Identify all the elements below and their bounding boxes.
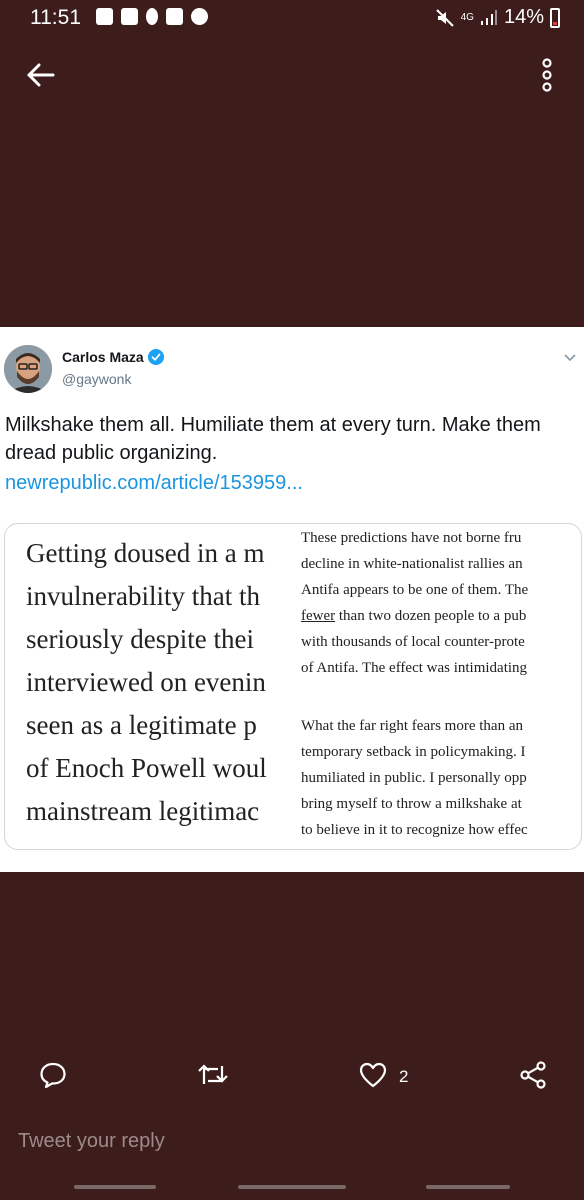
reply-input[interactable]: Tweet your reply: [18, 1130, 165, 1153]
nav-bar-indicator: [238, 1185, 346, 1189]
preview-right-line: with thousands of local counter-prote: [301, 634, 525, 650]
checkbox-notification-icon: [166, 8, 183, 25]
preview-left-line: seriously despite thei: [26, 624, 254, 654]
tweet-card: Carlos Maza @gaywonk Milkshake them all.…: [0, 327, 584, 872]
retweet-icon[interactable]: [196, 1060, 230, 1090]
message-notification-icon: [96, 8, 113, 25]
app-notification-icon: [121, 8, 138, 25]
like-count: 2: [399, 1067, 409, 1086]
preview-right-line: What the far right fears more than an: [301, 718, 523, 734]
comment-icon[interactable]: [38, 1060, 68, 1090]
network-type: 4G: [460, 12, 474, 23]
link-preview-image[interactable]: Getting doused in a m invulnerability th…: [4, 523, 582, 850]
ball-notification-icon: [191, 8, 208, 25]
status-bar: 11:51 4G 14%: [0, 0, 584, 36]
battery-icon: [550, 7, 560, 28]
author-row[interactable]: Carlos Maza: [62, 349, 164, 365]
preview-right-line: Antifa appears to be one of them. The: [301, 582, 529, 598]
preview-underlined-word: fewer: [301, 608, 336, 624]
heart-icon[interactable]: [358, 1060, 388, 1090]
usb-icon: [146, 8, 158, 25]
preview-right-line: humiliated in public. I personally opp: [301, 770, 527, 786]
preview-right-line-rest: than two dozen people to a pub: [338, 608, 527, 624]
preview-right-line: fewer than two dozen people to a pub: [301, 608, 526, 625]
tweet-text: Milkshake them all. Humiliate them at ev…: [5, 414, 541, 464]
preview-left-line: mainstream legitimac: [26, 796, 260, 826]
nav-bar-indicator: [74, 1185, 156, 1189]
preview-left-line: interviewed on evenin: [26, 667, 266, 697]
notification-icons: [96, 8, 208, 25]
mute-icon: [435, 8, 454, 27]
signal-icon: [480, 9, 497, 25]
preview-right-line: of Antifa. The effect was intimidating: [301, 660, 528, 676]
preview-left-column: Getting doused in a m invulnerability th…: [5, 524, 297, 849]
share-icon[interactable]: [518, 1060, 548, 1090]
preview-right-line: These predictions have not borne fru: [301, 530, 522, 546]
author-handle[interactable]: @gaywonk: [62, 371, 131, 387]
preview-left-line: seen as a legitimate p: [26, 710, 257, 740]
preview-right-line: decline in white-nationalist rallies an: [301, 556, 523, 572]
preview-left-line: of Enoch Powell woul: [26, 753, 267, 783]
preview-right-line: to believe in it to recognize how effec: [301, 822, 528, 838]
preview-right-column: These predictions have not borne fru dec…: [297, 524, 581, 849]
verified-badge-icon: [147, 349, 164, 365]
battery-percent: 14%: [503, 6, 544, 28]
status-right: 4G 14%: [435, 6, 560, 29]
more-vertical-icon[interactable]: [534, 56, 560, 96]
status-time: 11:51: [30, 6, 81, 29]
preview-left-line: invulnerability that th: [26, 581, 260, 611]
arrow-left-icon[interactable]: [24, 58, 58, 92]
avatar[interactable]: [4, 345, 52, 393]
chevron-down-icon[interactable]: [562, 349, 578, 365]
tweet-actions: [0, 1060, 584, 1100]
author-name[interactable]: Carlos Maza: [62, 349, 144, 365]
nav-bar-indicator: [426, 1185, 510, 1189]
preview-left-line: Getting doused in a m: [26, 538, 265, 568]
tweet-link[interactable]: newrepublic.com/article/153959...: [5, 472, 303, 495]
preview-right-line: temporary setback in policymaking. I: [301, 744, 526, 760]
preview-right-line: bring myself to throw a milkshake at: [301, 796, 522, 812]
